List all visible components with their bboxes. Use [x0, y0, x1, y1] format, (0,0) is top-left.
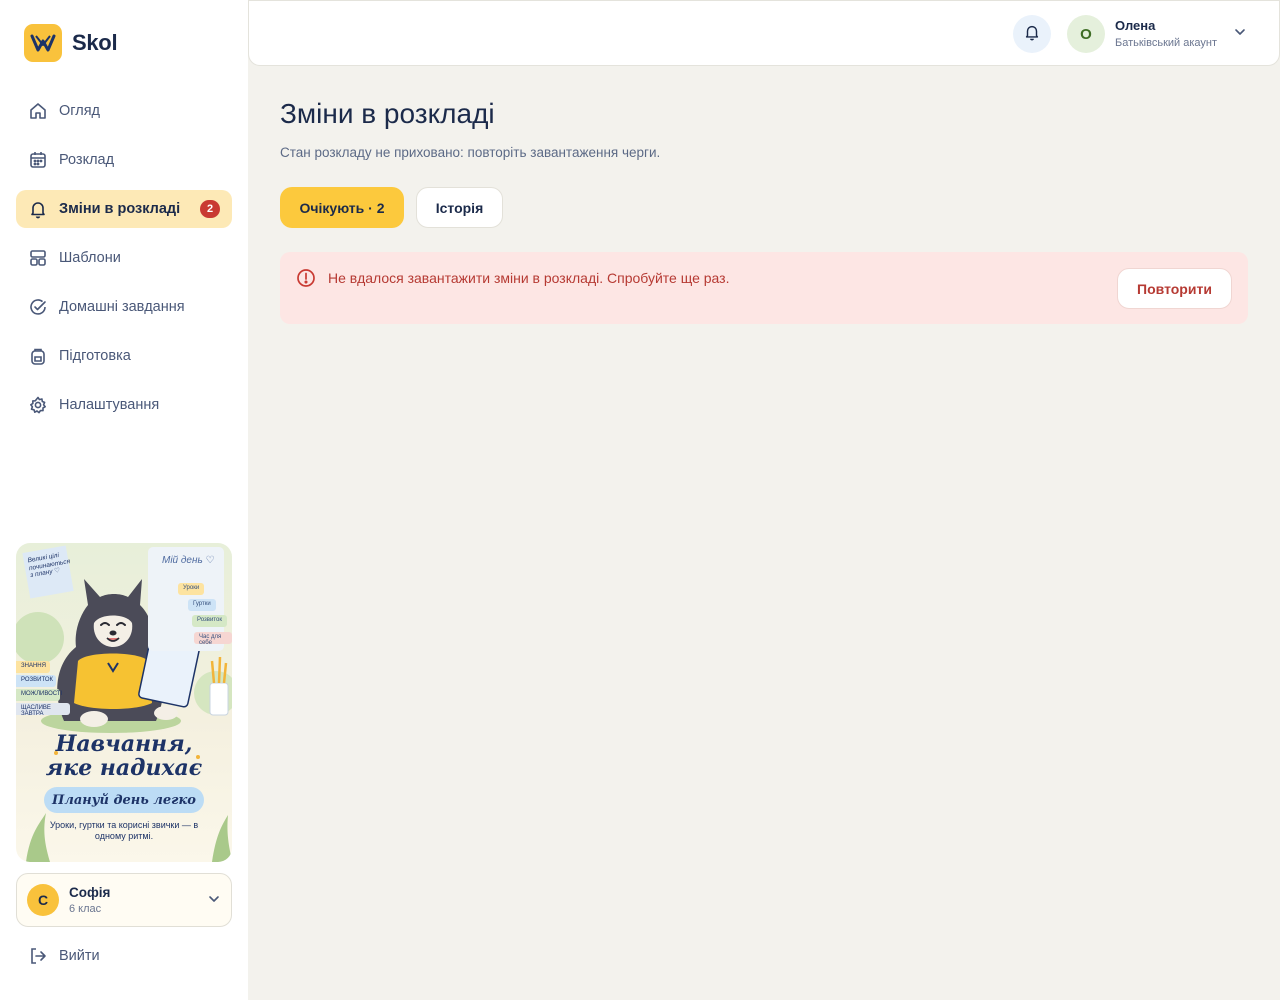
- backpack-icon: [28, 346, 48, 366]
- sidebar-item-label: Налаштування: [59, 397, 160, 413]
- promo-banner: Великі цілі починаються з плану ♡ Мій де…: [16, 543, 232, 862]
- bell-icon: [1023, 23, 1041, 46]
- alert-circle-icon: [296, 268, 316, 288]
- promo-tag: РОЗВИТОК: [16, 675, 56, 687]
- retry-button[interactable]: Повторити: [1117, 268, 1232, 309]
- calendar-icon: [28, 150, 48, 170]
- alert-message: Не вдалося завантажити зміни в розкладі.…: [328, 270, 730, 286]
- error-alert: Не вдалося завантажити зміни в розкладі.…: [280, 252, 1248, 324]
- promo-pill: Плануй день легко: [44, 787, 204, 813]
- sidebar-item-label: Домашні завдання: [59, 299, 185, 315]
- sidebar-item-label: Підготовка: [59, 348, 131, 364]
- page-subtitle: Стан розкладу не приховано: повторіть за…: [280, 145, 661, 160]
- sidebar-item-label: Шаблони: [59, 250, 121, 266]
- sidebar-item-overview[interactable]: Огляд: [16, 92, 232, 130]
- promo-caption: Уроки, гуртки та корисні звички — в одно…: [49, 820, 199, 841]
- promo-board-title: Мій день ♡: [162, 555, 215, 566]
- promo-chip: Розвиток: [192, 615, 227, 627]
- promo-headline: Навчання,: [55, 731, 193, 757]
- promo-tags: ЗНАННЯ РОЗВИТОК МОЖЛИВОСТІ ЩАСЛИВЕ ЗАВТР…: [16, 661, 70, 717]
- promo-headline: яке надихає: [45, 755, 203, 781]
- sidebar-item-label: Розклад: [59, 152, 115, 168]
- avatar[interactable]: О: [1067, 15, 1105, 53]
- logo-icon: [24, 24, 62, 62]
- sidebar-item-schedule-changes[interactable]: Зміни в розкладі 2: [16, 190, 232, 228]
- tab-pending[interactable]: Очікують · 2: [280, 187, 404, 228]
- notifications-button[interactable]: [1013, 15, 1051, 53]
- chevron-down-icon[interactable]: [1233, 25, 1247, 44]
- logout-label: Вийти: [59, 948, 100, 964]
- user-name: Олена: [1115, 18, 1156, 33]
- user-role: Батьківський акаунт: [1115, 37, 1218, 49]
- bell-icon: [28, 199, 48, 219]
- sidebar-item-templates[interactable]: Шаблони: [16, 239, 232, 277]
- template-icon: [28, 248, 48, 268]
- student-switcher[interactable]: С Софія 6 клас: [16, 873, 232, 927]
- gear-icon: [28, 395, 48, 415]
- promo-chip: Час для себе: [194, 632, 232, 646]
- promo-sticky-note: Великі цілі починаються з плану ♡: [22, 545, 74, 599]
- sidebar-item-preparation[interactable]: Підготовка: [16, 337, 232, 375]
- promo-tag: МОЖЛИВОСТІ: [16, 689, 62, 701]
- sidebar-nav: Огляд Розклад Зміни в розкладі 2 Шаблони: [16, 92, 232, 435]
- top-header: О Олена Батьківський акаунт: [248, 0, 1280, 66]
- sidebar-item-schedule[interactable]: Розклад: [16, 141, 232, 179]
- brand-name: Skol: [72, 30, 118, 55]
- logo[interactable]: Skol: [24, 24, 118, 62]
- sidebar-item-settings[interactable]: Налаштування: [16, 386, 232, 424]
- home-icon: [28, 101, 48, 121]
- check-circle-icon: [28, 297, 48, 317]
- promo-chip: Гуртки: [188, 599, 216, 611]
- sidebar: Skol Огляд Розклад Зміни в розкладі 2 Ша…: [0, 0, 248, 1000]
- tab-history[interactable]: Історія: [416, 187, 503, 228]
- logout-icon: [28, 946, 48, 966]
- promo-tag: ЩАСЛИВЕ ЗАВТРА: [16, 703, 70, 717]
- student-name: Софія: [69, 885, 111, 900]
- sidebar-item-label: Зміни в розкладі: [59, 201, 181, 217]
- chevron-down-icon: [207, 892, 221, 911]
- notification-badge: 2: [200, 200, 220, 218]
- sidebar-item-homework[interactable]: Домашні завдання: [16, 288, 232, 326]
- student-grade: 6 клас: [69, 903, 102, 915]
- logout-button[interactable]: Вийти: [28, 946, 100, 966]
- sidebar-item-label: Огляд: [59, 103, 101, 119]
- promo-chip: Уроки: [178, 583, 205, 595]
- avatar: С: [27, 884, 59, 916]
- promo-tag: ЗНАННЯ: [16, 661, 50, 673]
- page-title: Зміни в розкладі: [280, 98, 495, 129]
